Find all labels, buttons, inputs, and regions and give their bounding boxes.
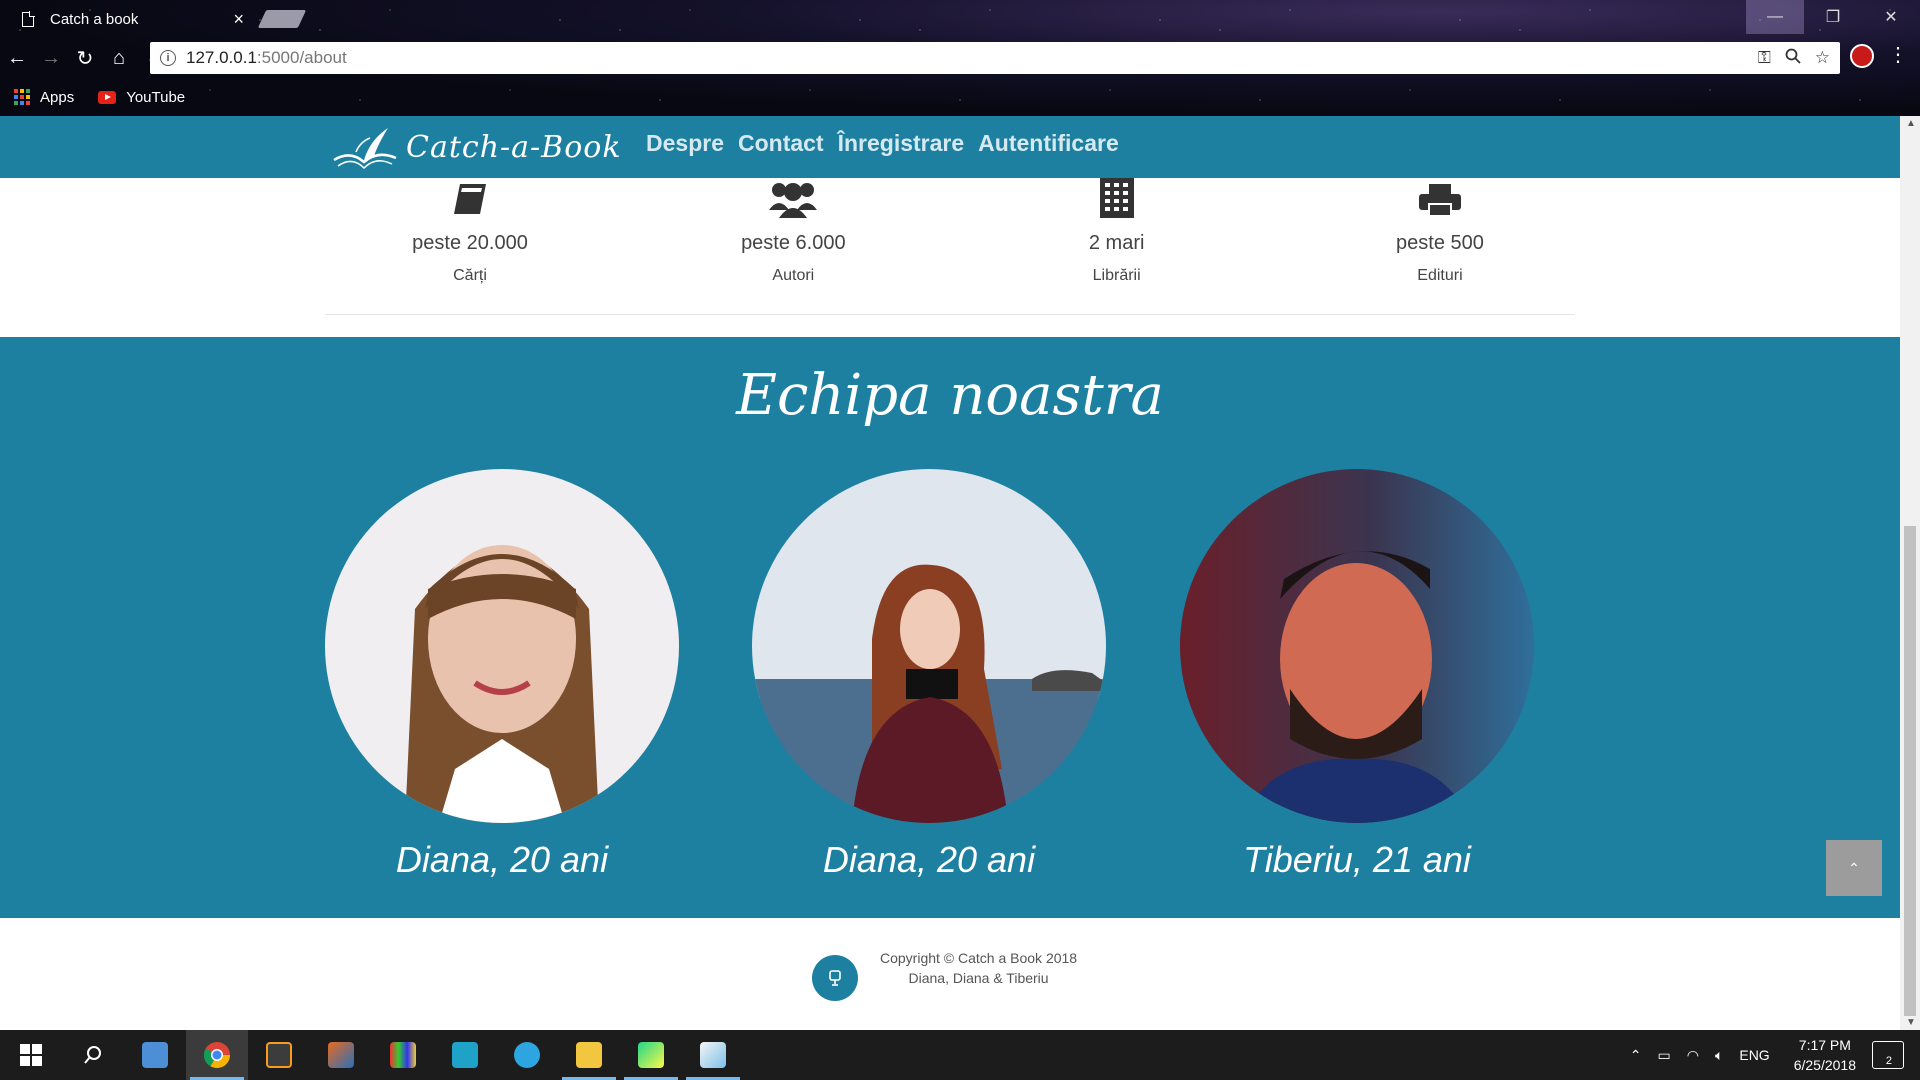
browser-tab[interactable]: Catch a book × [8, 2, 258, 36]
site-navbar: Catch-a-Book Despre Contact Înregistrare… [0, 116, 1900, 178]
nav-autentificare[interactable]: Autentificare [978, 130, 1119, 157]
pycharm-taskbar-icon[interactable] [620, 1030, 682, 1080]
browser-chrome: Catch a book × — ❐ ✕ ← → ↻ ⌂ i 127.0.0.1… [0, 0, 1920, 116]
matlab-taskbar-icon[interactable] [310, 1030, 372, 1080]
stat-label: Cărți [453, 267, 487, 284]
book-icon [340, 176, 600, 218]
key-icon[interactable]: ⚿ [1758, 48, 1771, 69]
sublime-taskbar-icon[interactable] [248, 1030, 310, 1080]
zoom-icon[interactable] [1785, 48, 1801, 69]
forward-icon[interactable]: → [34, 41, 68, 75]
member-name: Diana, 20 ani [395, 839, 609, 880]
copyright-text: Copyright © Catch a Book 2018 [880, 950, 1078, 966]
volume-icon[interactable]: 🔈︎ [1715, 1047, 1723, 1064]
bookmark-star-icon[interactable]: ☆ [1815, 48, 1830, 69]
instagram-taskbar-icon[interactable] [434, 1030, 496, 1080]
team-member: Diana, 20 ani [325, 469, 679, 881]
paint-taskbar-icon[interactable] [682, 1030, 744, 1080]
section-divider [325, 314, 1575, 315]
member-photo [1180, 469, 1534, 823]
nav-inregistrare[interactable]: Înregistrare [838, 130, 965, 157]
info-icon[interactable]: i [160, 50, 176, 66]
new-tab-button[interactable] [257, 10, 307, 28]
reload-icon[interactable]: ↻ [68, 41, 102, 75]
clock-time: 7:17 PM [1798, 1037, 1851, 1053]
team-member: Diana, 20 ani [752, 469, 1106, 881]
extension-icon[interactable] [1850, 44, 1874, 68]
browser-toolbar: ← → ↻ ⌂ i 127.0.0.1 :5000/about ⚿ ☆ ⋮ [0, 40, 1920, 76]
apps-grid-icon[interactable] [14, 89, 30, 105]
authors-text: Diana, Diana & Tiberiu [908, 970, 1049, 986]
wifi-icon[interactable]: ◠ [1687, 1047, 1699, 1064]
system-tray: ⌃ ▭ ◠ 🔈︎ ENG 7:17 PM 6/25/2018 2 [1622, 1030, 1920, 1080]
footer-logo-icon[interactable] [812, 955, 858, 1001]
scroll-up-icon[interactable]: ▲ [1906, 118, 1916, 129]
member-name: Diana, 20 ani [822, 839, 1036, 880]
stat-value: peste 20.000 [412, 232, 528, 254]
chrome-taskbar-icon[interactable] [186, 1030, 248, 1080]
browser-menu-icon[interactable]: ⋮ [1888, 42, 1908, 67]
book-bird-logo-icon [333, 128, 397, 170]
show-hidden-icons-icon[interactable]: ⌃ [1630, 1047, 1642, 1064]
nav-despre[interactable]: Despre [646, 130, 724, 157]
print-icon [1310, 176, 1570, 218]
bookmark-youtube[interactable]: YouTube [126, 89, 185, 106]
scroll-down-icon[interactable]: ▼ [1906, 1017, 1916, 1028]
url-host: 127.0.0.1 [186, 48, 257, 67]
minimize-button[interactable]: — [1746, 0, 1804, 34]
team-title: Echipa noastra [736, 363, 1164, 428]
notification-count: 2 [1885, 1055, 1892, 1067]
nav-contact[interactable]: Contact [738, 130, 824, 157]
stat-label: Edituri [1417, 267, 1463, 284]
start-button[interactable] [0, 1030, 62, 1080]
site-logo[interactable]: Catch-a-Book [330, 122, 622, 172]
youtube-icon[interactable] [98, 90, 117, 104]
language-indicator[interactable]: ENG [1739, 1047, 1769, 1063]
member-photo [752, 469, 1106, 823]
tab-close-icon[interactable]: × [233, 9, 244, 30]
page-icon [22, 10, 35, 27]
address-bar[interactable]: i 127.0.0.1 :5000/about ⚿ ☆ [150, 42, 1840, 74]
stat-label: Autori [772, 267, 815, 284]
task-view-icon[interactable] [124, 1030, 186, 1080]
stat-value: 2 mari [1088, 232, 1145, 254]
logo-text: Catch-a-Book [406, 129, 622, 165]
member-name: Tiberiu, 21 ani [1243, 839, 1471, 880]
team-section: Echipa noastra Diana, 20 ani Diana, 20 a… [0, 337, 1900, 918]
battery-icon[interactable]: ▭ [1658, 1047, 1671, 1064]
page-scrollbar[interactable]: ▲ ▼ [1900, 116, 1920, 1030]
scrollbar-thumb[interactable] [1904, 526, 1916, 1016]
tab-title: Catch a book [50, 10, 139, 28]
nav-links: Despre Contact Înregistrare Autentificar… [646, 130, 1119, 157]
stat-label: Librării [1092, 267, 1141, 284]
clock-date: 6/25/2018 [1793, 1057, 1856, 1073]
building-icon [987, 176, 1247, 218]
footer-text: Copyright © Catch a Book 2018 Diana, Dia… [880, 948, 1077, 988]
windows-taskbar: ⌃ ▭ ◠ 🔈︎ ENG 7:17 PM 6/25/2018 2 [0, 1030, 1920, 1080]
clock[interactable]: 7:17 PM 6/25/2018 [1794, 1035, 1856, 1075]
member-photo [325, 469, 679, 823]
back-icon[interactable]: ← [0, 41, 34, 75]
file-explorer-taskbar-icon[interactable] [558, 1030, 620, 1080]
bookmark-apps[interactable]: Apps [40, 89, 74, 106]
search-icon[interactable] [62, 1030, 124, 1080]
stat-value: peste 500 [1396, 232, 1484, 254]
site-footer: Copyright © Catch a Book 2018 Diana, Dia… [0, 918, 1900, 1030]
home-icon[interactable]: ⌂ [102, 41, 136, 75]
team-member: Tiberiu, 21 ani [1180, 469, 1534, 881]
window-controls: — ❐ ✕ [1746, 0, 1920, 34]
maximize-button[interactable]: ❐ [1804, 0, 1862, 34]
users-icon [663, 176, 923, 218]
back-to-top-button[interactable]: ⌃ [1826, 840, 1882, 896]
notification-center-icon[interactable]: 2 [1872, 1041, 1904, 1069]
stat-value: peste 6.000 [741, 232, 846, 254]
chart-app-taskbar-icon[interactable] [372, 1030, 434, 1080]
telegram-taskbar-icon[interactable] [496, 1030, 558, 1080]
url-path: :5000/about [256, 48, 347, 67]
page-viewport: Catch-a-Book Despre Contact Înregistrare… [0, 116, 1900, 1030]
close-window-button[interactable]: ✕ [1862, 0, 1920, 34]
bookmarks-bar: Apps YouTube [0, 84, 185, 110]
